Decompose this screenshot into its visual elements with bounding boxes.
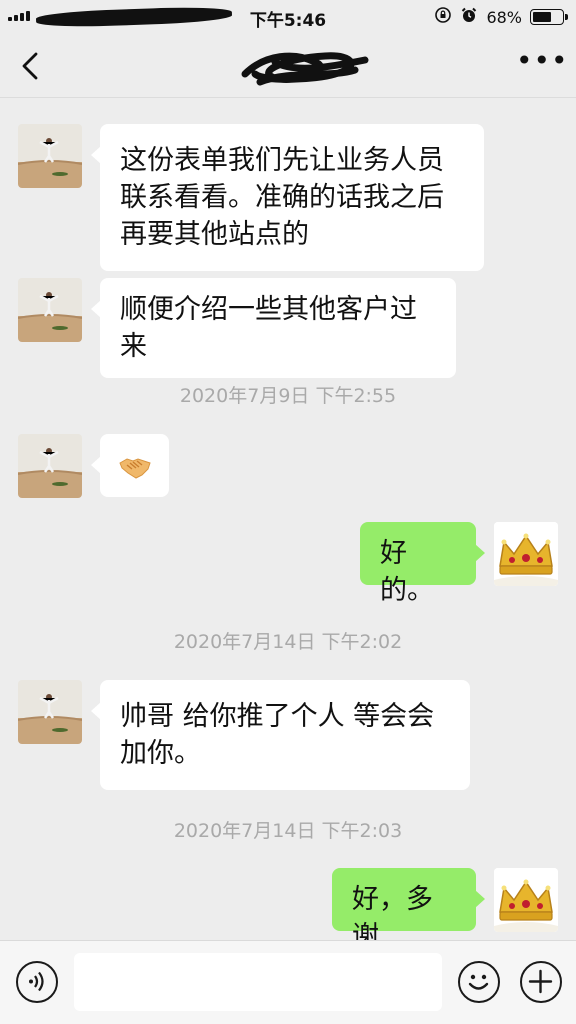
alarm-icon <box>460 6 478 28</box>
input-bar <box>0 940 576 1024</box>
message-bubble-incoming[interactable]: 顺便介绍一些其他客户过来 <box>91 278 456 378</box>
friend-avatar[interactable] <box>18 680 82 744</box>
status-right: 68% <box>434 6 568 28</box>
status-bar: 下午5:46 68% <box>0 0 576 34</box>
plus-icon <box>528 969 553 994</box>
message-bubble-incoming[interactable] <box>91 434 169 497</box>
emoji-icon <box>468 974 489 990</box>
message-bubble-outgoing[interactable]: 好的。 <box>360 522 485 606</box>
message-text: 帅哥 给你推了个人 等会会加你。 <box>120 701 435 769</box>
friend-avatar[interactable] <box>18 434 82 498</box>
message-input[interactable] <box>74 953 442 1011</box>
my-avatar[interactable] <box>494 868 558 932</box>
handshake-emoji-icon <box>119 458 151 479</box>
rotation-lock-icon <box>434 6 452 28</box>
timestamp: 2020年7月14日 下午2:02 <box>173 631 403 653</box>
timestamp: 2020年7月9日 下午2:55 <box>179 385 397 407</box>
crown-icon <box>494 868 558 932</box>
back-button[interactable] <box>14 48 54 84</box>
friend-avatar[interactable] <box>18 278 82 342</box>
message-bubble-incoming[interactable]: 这份表单我们先让业务人员联系看看。准确的话我之后再要其他站点的 <box>91 124 484 271</box>
message-text: 这份表单我们先让业务人员联系看看。准确的话我之后再要其他站点的 <box>120 145 444 250</box>
redacted-title-scribble <box>241 52 369 86</box>
chevron-left-icon <box>22 52 38 80</box>
message-bubble-incoming[interactable]: 帅哥 给你推了个人 等会会加你。 <box>91 680 470 790</box>
nav-bar: ••• <box>0 34 576 98</box>
plus-button[interactable] <box>520 961 562 1003</box>
voice-icon <box>29 971 44 992</box>
battery-fill <box>533 12 552 22</box>
message-text: 好的。 <box>380 538 434 606</box>
timestamp: 2020年7月14日 下午2:03 <box>173 820 403 842</box>
message-text: 顺便介绍一些其他客户过来 <box>120 294 417 362</box>
battery-icon <box>530 9 568 25</box>
voice-button[interactable] <box>16 961 58 1003</box>
message-bubble-outgoing[interactable]: 好，多谢 <box>332 868 485 952</box>
crown-icon <box>494 522 558 586</box>
my-avatar[interactable] <box>494 522 558 586</box>
emoji-button[interactable] <box>458 961 500 1003</box>
more-button[interactable]: ••• <box>516 47 568 84</box>
friend-avatar[interactable] <box>18 124 82 188</box>
battery-percent: 68% <box>486 7 522 27</box>
